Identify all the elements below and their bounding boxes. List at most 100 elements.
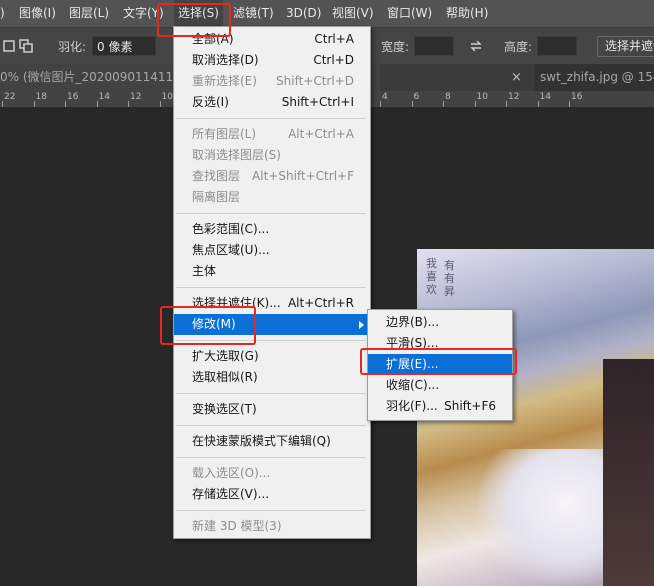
menu-item-label: 重新选择(E): [192, 74, 257, 88]
menu-1[interactable]: 图像(I): [19, 0, 56, 27]
close-icon[interactable]: ×: [511, 64, 522, 91]
menu-item[interactable]: 取消选择图层(S): [174, 145, 370, 166]
menu-item[interactable]: 在快速蒙版模式下编辑(Q): [174, 431, 370, 452]
menu-item-label: 羽化(F)...: [386, 399, 438, 413]
ruler-number: 22: [4, 92, 16, 102]
feather-label: 羽化:: [58, 40, 87, 54]
width-label: 宽度:: [381, 40, 410, 54]
new-selection-icon[interactable]: [2, 39, 16, 53]
menu-item[interactable]: 边界(B)...: [368, 312, 512, 333]
menu-item-label: 扩大选取(G): [192, 349, 259, 363]
select-and-mask-button[interactable]: 选择并遮住...: [597, 36, 654, 57]
menu-separator: [176, 213, 366, 214]
menu-item-label: 收缩(C)...: [386, 378, 440, 392]
menu-item[interactable]: 反选(I) Shift+Ctrl+I: [174, 92, 370, 113]
menu-item[interactable]: 所有图层(L) Alt+Ctrl+A: [174, 124, 370, 145]
menu-item[interactable]: 存储选区(V)...: [174, 484, 370, 505]
menu-item[interactable]: 色彩范围(C)...: [174, 219, 370, 240]
menu-bar: ) 图像(I) 图层(L) 文字(Y) 选择(S) 滤镜(T) 3D(D) 视图(V) 窗口(W…: [0, 0, 654, 27]
feather-input[interactable]: 0 像素: [92, 36, 156, 56]
annotation-modify-item: [160, 306, 256, 345]
hair-figure: [603, 359, 654, 586]
menu-item-label: 新建 3D 模型(3): [192, 519, 282, 533]
menu-item-label: 取消选择图层(S): [192, 148, 281, 162]
swap-icon[interactable]: [469, 39, 483, 53]
ruler-tick: [33, 101, 35, 107]
select-menu-dropdown: 全部(A) Ctrl+A 取消选择(D) Ctrl+D 重新选择(E) Shift+Ctr…: [173, 26, 371, 539]
menu-item-shortcut: Ctrl+D: [313, 53, 354, 67]
menu-8[interactable]: 窗口(W): [387, 0, 432, 27]
menu-2[interactable]: 图层(L): [69, 0, 109, 27]
submenu-arrow-icon: [359, 321, 364, 329]
menu-5[interactable]: 滤镜(T): [233, 0, 274, 27]
menu-item-label: 载入选区(O)...: [192, 466, 271, 480]
menu-item[interactable]: 隔离图层: [174, 187, 370, 208]
annotation-expand-item: [360, 348, 517, 375]
ruler-number: 6: [413, 92, 420, 102]
annotation-select-menu: [157, 3, 231, 37]
ruler-number: 18: [35, 92, 47, 102]
menu-item[interactable]: 收缩(C)...: [368, 375, 512, 396]
ruler-number: 4: [382, 92, 388, 102]
menu-item[interactable]: 选取相似(R): [174, 367, 370, 388]
menu-item-shortcut: Alt+Ctrl+A: [288, 127, 354, 141]
menu-item[interactable]: 焦点区域(U)...: [174, 240, 370, 261]
ruler-number: 10: [161, 92, 173, 102]
menu-item[interactable]: 查找图层 Alt+Shift+Ctrl+F: [174, 166, 370, 187]
menu-item[interactable]: 取消选择(D) Ctrl+D: [174, 50, 370, 71]
menu-item-label: 选取相似(R): [192, 370, 258, 384]
menu-item[interactable]: 变换选区(T): [174, 399, 370, 420]
menu-9[interactable]: 帮助(H): [446, 0, 488, 27]
menu-separator: [176, 287, 366, 288]
menu-item[interactable]: 新建 3D 模型(3): [174, 516, 370, 537]
menu-separator: [176, 510, 366, 511]
menu-item-label: 主体: [192, 264, 217, 278]
menu-item-shortcut: Alt+Shift+Ctrl+F: [252, 169, 354, 183]
menu-item[interactable]: 扩大选取(G): [174, 346, 370, 367]
ruler-number: 14: [539, 92, 551, 102]
ruler-number: 14: [98, 92, 110, 102]
ruler-tick: [443, 101, 444, 107]
menu-item[interactable]: 主体: [174, 261, 370, 282]
ruler-number: 16: [67, 92, 79, 102]
menu-item-label: 色彩范围(C)...: [192, 222, 270, 236]
menu-separator: [176, 393, 366, 394]
menu-item[interactable]: 重新选择(E) Shift+Ctrl+D: [174, 71, 370, 92]
menu-item-label: 隔离图层: [192, 190, 241, 204]
menu-0[interactable]: ): [0, 0, 5, 27]
menu-item-label: 取消选择(D): [192, 53, 259, 67]
ruler-tick: [506, 101, 507, 107]
menu-6[interactable]: 3D(D): [286, 0, 321, 27]
menu-separator: [176, 118, 366, 119]
document-tab-2[interactable]: swt_zhifa.jpg @ 154%: [535, 64, 654, 91]
ruler-number: 8: [445, 92, 451, 102]
menu-7[interactable]: 视图(V): [332, 0, 374, 27]
menu-item-label: 反选(I): [192, 95, 229, 109]
ruler-number: 16: [571, 92, 583, 102]
ruler-number: 12: [130, 92, 142, 102]
menu-item-label: 存储选区(V)...: [192, 487, 270, 501]
menu-item[interactable]: 羽化(F)... Shift+F6: [368, 396, 512, 417]
width-input[interactable]: [414, 36, 454, 56]
menu-separator: [176, 457, 366, 458]
ruler-tick: [380, 101, 381, 107]
ruler-tick: [474, 101, 476, 107]
calligraphy-text-1: 我喜欢: [426, 257, 437, 296]
menu-item-label: 查找图层: [192, 169, 241, 183]
calligraphy-text-2: 有有昇: [444, 259, 455, 298]
ruler-tick: [159, 101, 161, 107]
menu-item-shortcut: Shift+Ctrl+I: [281, 95, 354, 109]
menu-item-label: 边界(B)...: [386, 315, 440, 329]
ruler-tick: [569, 101, 570, 107]
ruler-tick: [2, 101, 3, 107]
menu-separator: [176, 425, 366, 426]
menu-item-label: 变换选区(T): [192, 402, 257, 416]
ruler-number: 10: [476, 92, 488, 102]
menu-item[interactable]: 载入选区(O)...: [174, 463, 370, 484]
menu-item-shortcut: Shift+F6: [444, 399, 496, 413]
add-to-selection-icon[interactable]: [19, 39, 33, 53]
ruler-tick: [128, 101, 129, 107]
menu-item-shortcut: Alt+Ctrl+R: [287, 296, 354, 310]
height-input[interactable]: [537, 36, 577, 56]
menu-item-label: 所有图层(L): [192, 127, 257, 141]
